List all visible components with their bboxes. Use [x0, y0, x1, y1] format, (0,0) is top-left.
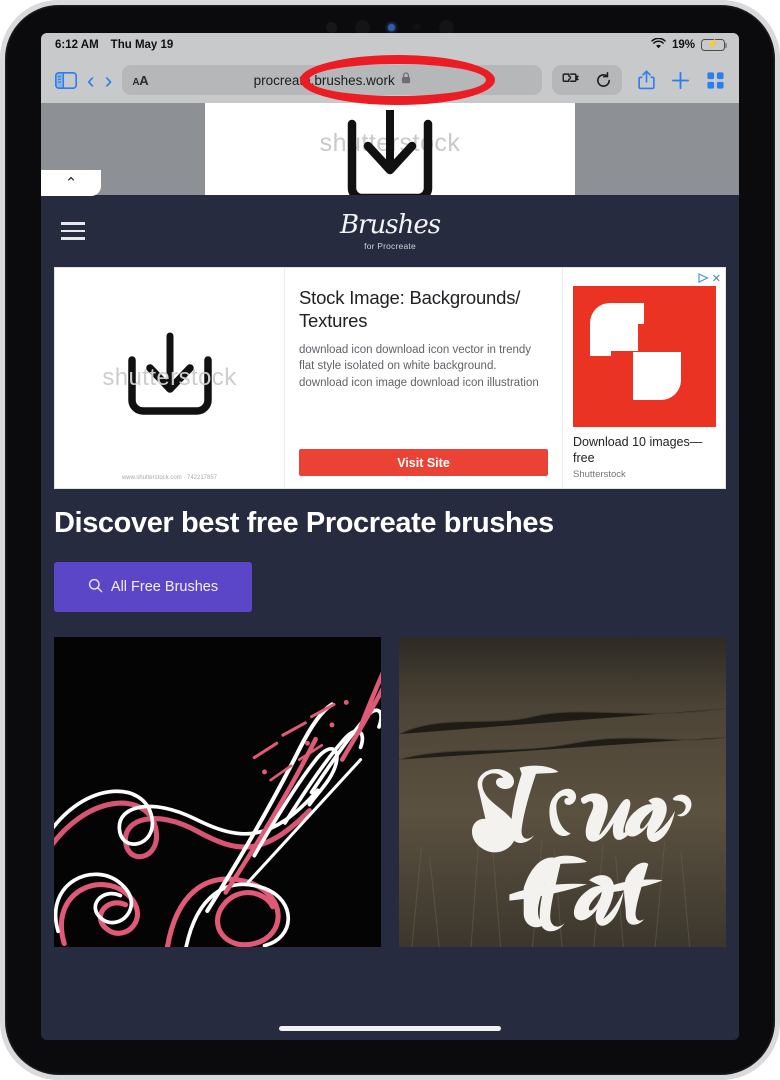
status-led-icon: [388, 23, 395, 31]
forward-button[interactable]: ›: [105, 68, 113, 92]
download-icon: [330, 103, 450, 195]
home-indicator[interactable]: [279, 1026, 501, 1031]
all-free-brushes-button[interactable]: All Free Brushes: [54, 562, 252, 612]
chevron-up-icon: ⌃: [64, 174, 78, 192]
extensions-reload-group: [552, 65, 622, 95]
close-icon[interactable]: ✕: [712, 273, 721, 285]
hamburger-menu-icon[interactable]: [61, 222, 85, 240]
ad-headline: Stock Image: Backgrounds/ Textures: [299, 287, 521, 331]
ad-advertiser-name: Shutterstock: [573, 469, 626, 480]
brush-card-straw-hat[interactable]: [399, 637, 726, 947]
status-bar-left: 6:12 AM Thu May 19: [55, 39, 173, 51]
ad-image-caption: www.shutterstock.com · 742217857: [121, 475, 218, 481]
reload-icon[interactable]: [595, 71, 612, 89]
sensor-dot: [326, 21, 337, 33]
straw-hat-artwork: [399, 637, 726, 947]
lock-icon: [401, 71, 411, 89]
new-tab-plus-icon[interactable]: [671, 71, 690, 90]
sticky-top-ad[interactable]: shutterstock ⌃: [41, 103, 739, 196]
brand-subtitle: for Procreate: [364, 240, 416, 251]
address-bar[interactable]: AA procreate.brushes.work: [122, 65, 542, 95]
back-button[interactable]: ‹: [87, 68, 95, 92]
ad-advertiser-headline: Download 10 images—free: [573, 435, 703, 465]
brand-name: Brushes: [339, 209, 441, 240]
site-logo[interactable]: Brushes for Procreate: [339, 209, 441, 251]
sticky-ad-creative[interactable]: shutterstock: [205, 103, 575, 195]
battery-icon: ⚡: [701, 39, 728, 51]
page-title: Discover best free Procreate brushes: [54, 507, 554, 539]
visit-site-button[interactable]: Visit Site: [299, 449, 548, 476]
battery-percent-label: 19%: [671, 39, 695, 51]
ad-image[interactable]: shutterstock www.shutterstock.com · 7422…: [55, 268, 285, 488]
site-header: Brushes for Procreate: [41, 195, 739, 267]
all-free-brushes-label: All Free Brushes: [110, 579, 219, 595]
safari-toolbar: ‹ › AA procreate.brushes.work: [41, 57, 739, 103]
tab-overview-icon[interactable]: [706, 71, 725, 90]
web-page-content: Brushes for Procreate shutterstock www.s…: [41, 195, 739, 1040]
ad-text-column: Stock Image: Backgrounds/ Textures downl…: [285, 268, 562, 488]
search-icon: [88, 578, 103, 597]
wifi-icon: [651, 37, 666, 52]
ipad-screen: 6:12 AM Thu May 19 19% ⚡ ‹ › AA procreat…: [41, 33, 739, 1040]
url-text: procreate.brushes.work: [253, 72, 395, 88]
shutterstock-watermark: shutterstock: [102, 364, 237, 391]
shutterstock-logo-icon: [573, 286, 716, 427]
ad-description: download icon download icon vector in tr…: [299, 344, 539, 389]
neon-lettering-artwork: [54, 671, 381, 947]
collapse-ad-button[interactable]: ⌃: [41, 170, 101, 196]
charging-bolt-icon: ⚡: [706, 39, 720, 50]
brush-card-superb[interactable]: [54, 637, 381, 947]
brush-preview-grid: [41, 612, 739, 947]
inline-ad-banner[interactable]: shutterstock www.shutterstock.com · 7422…: [54, 267, 726, 489]
status-bar-time: 6:12 AM: [55, 39, 99, 51]
sticky-ad-right-filler: [575, 103, 739, 195]
status-bar-date: Thu May 19: [110, 39, 174, 51]
address-bar-content: procreate.brushes.work: [122, 71, 542, 89]
share-icon[interactable]: [638, 70, 655, 90]
sidebar-icon[interactable]: [55, 71, 77, 89]
status-bar-right: 19% ⚡: [651, 37, 728, 52]
ios-status-bar: 6:12 AM Thu May 19 19% ⚡: [41, 33, 739, 57]
puzzle-extension-icon[interactable]: [562, 72, 581, 88]
ambient-sensor-icon: [413, 23, 421, 31]
toolbar-right-tools: [552, 65, 725, 95]
ipad-device: 6:12 AM Thu May 19 19% ⚡ ‹ › AA procreat…: [0, 0, 780, 1080]
ad-advertiser-column[interactable]: ✕ Download 10 images—free Shutterstock: [562, 268, 725, 488]
text-size-button[interactable]: AA: [132, 73, 148, 88]
